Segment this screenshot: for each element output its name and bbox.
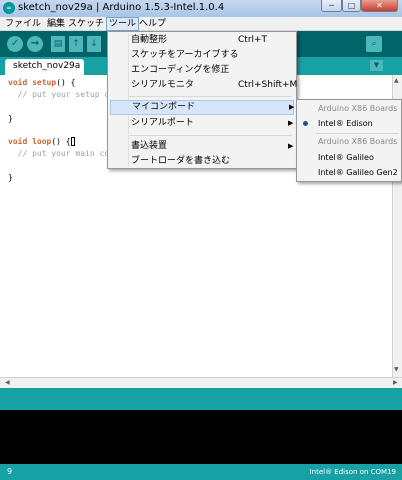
board-option-label: Intel® Galileo Gen2 (318, 168, 398, 177)
code-comment: // put your main code (8, 149, 119, 158)
board-group-header: Arduino X86 Boards (299, 134, 402, 149)
menu-item-label: スケッチをアーカイブする (131, 50, 239, 60)
menu-separator (129, 96, 292, 97)
horizontal-scrollbar[interactable]: ◀ ▶ (0, 377, 402, 388)
scroll-left-icon[interactable]: ◀ (5, 379, 10, 386)
menu-bar: ファイル 編集 スケッチ ツール ヘルプ (0, 17, 402, 31)
status-bar: 9 Intel® Edison on COM19 (0, 464, 402, 480)
board-option-galileo-gen2[interactable]: Intel® Galileo Gen2 (299, 165, 402, 180)
tab-menu-button[interactable]: ▼ (370, 60, 383, 71)
menu-item-auto-format[interactable]: 自動整形 Ctrl+T (110, 33, 294, 48)
menu-tools[interactable]: ツール (106, 17, 140, 31)
menu-item-serial-port[interactable]: シリアルポート ▶ (110, 116, 294, 131)
board-port-label: Intel® Edison on COM19 (309, 468, 396, 476)
code-line: void loop() { (8, 137, 75, 146)
menu-item-serial-monitor[interactable]: シリアルモニタ Ctrl+Shift+M (110, 78, 298, 93)
menu-item-label: シリアルポート (131, 118, 194, 128)
submenu-arrow-icon: ▶ (288, 142, 294, 150)
title-bar: ∞ sketch_nov29a | Arduino 1.5.3-Intel.1.… (0, 0, 402, 17)
board-option-galileo[interactable]: Intel® Galileo (299, 150, 402, 165)
menu-item-label: マイコンボード (132, 102, 196, 112)
menu-item-label: エンコーディングを修正 (131, 65, 230, 75)
new-sketch-button[interactable]: ▤ (51, 36, 65, 52)
scroll-right-icon[interactable]: ▶ (393, 379, 398, 386)
board-submenu: Arduino X86 Boards Intel® Edison Arduino… (296, 99, 402, 182)
menu-item-shortcut: Ctrl+T (238, 35, 268, 45)
code-line: } (8, 173, 13, 182)
text-cursor (70, 137, 75, 146)
board-option-edison[interactable]: Intel® Edison (299, 116, 402, 131)
menu-item-label: 自動整形 (131, 35, 168, 45)
window-title: sketch_nov29a | Arduino 1.5.3-Intel.1.0.… (18, 2, 225, 13)
menu-item-label: ブートローダを書き込む (131, 156, 231, 166)
function-name: setup (32, 78, 57, 87)
tools-menu: 自動整形 Ctrl+T スケッチをアーカイブする エンコーディングを修正 シリア… (107, 31, 297, 169)
menu-item-programmer[interactable]: 書込装置 ▶ (110, 139, 294, 154)
group-header-label: Arduino X86 Boards (318, 137, 398, 146)
verify-button[interactable]: ✓ (7, 36, 23, 52)
save-button[interactable]: ↓ (87, 36, 101, 52)
code-line: void setup() { (8, 78, 75, 87)
board-option-label: Intel® Edison (318, 119, 373, 128)
submenu-arrow-icon: ▶ (288, 119, 294, 127)
arduino-logo-icon: ∞ (3, 2, 15, 14)
radio-selected-icon (303, 121, 308, 126)
function-name: loop (32, 137, 52, 146)
open-button[interactable]: ↑ (69, 36, 83, 52)
minimize-button[interactable]: ─ (321, 0, 342, 12)
keyword: void (8, 78, 28, 87)
close-button[interactable]: ✕ (361, 0, 398, 12)
menu-edit[interactable]: 編集 (45, 17, 67, 31)
menu-item-label: 書込装置 (131, 141, 168, 151)
board-group-header: Arduino X86 Boards (299, 101, 402, 116)
message-area (0, 388, 402, 410)
menu-item-board[interactable]: マイコンボード ▶ (110, 100, 294, 115)
scroll-down-icon[interactable]: ▼ (394, 366, 399, 373)
menu-separator (129, 135, 292, 136)
scroll-up-icon[interactable]: ▲ (394, 77, 399, 84)
code-text: () { (51, 137, 71, 146)
menu-item-label: シリアルモニタ (131, 80, 194, 90)
submenu-arrow-icon: ▶ (289, 103, 295, 111)
board-option-label: Intel® Galileo (318, 153, 374, 162)
menu-file[interactable]: ファイル (3, 17, 43, 31)
code-line: } (8, 114, 13, 123)
upload-button[interactable]: → (27, 36, 43, 52)
menu-item-shortcut: Ctrl+Shift+M (238, 80, 298, 90)
tab-sketch[interactable]: sketch_nov29a (5, 59, 84, 75)
keyword: void (8, 137, 28, 146)
menu-item-fix-encoding[interactable]: エンコーディングを修正 (110, 63, 294, 78)
menu-sketch[interactable]: スケッチ (66, 17, 106, 31)
maximize-button[interactable]: □ (342, 0, 361, 12)
code-text: () { (56, 78, 76, 87)
line-number: 9 (7, 467, 13, 476)
serial-monitor-button[interactable]: ⌕ (366, 36, 382, 52)
menu-item-burn-bootloader[interactable]: ブートローダを書き込む (110, 154, 294, 169)
menu-help[interactable]: ヘルプ (137, 17, 168, 31)
group-header-label: Arduino X86 Boards (318, 104, 398, 113)
console-output (0, 410, 402, 464)
menu-item-archive-sketch[interactable]: スケッチをアーカイブする (110, 48, 294, 63)
